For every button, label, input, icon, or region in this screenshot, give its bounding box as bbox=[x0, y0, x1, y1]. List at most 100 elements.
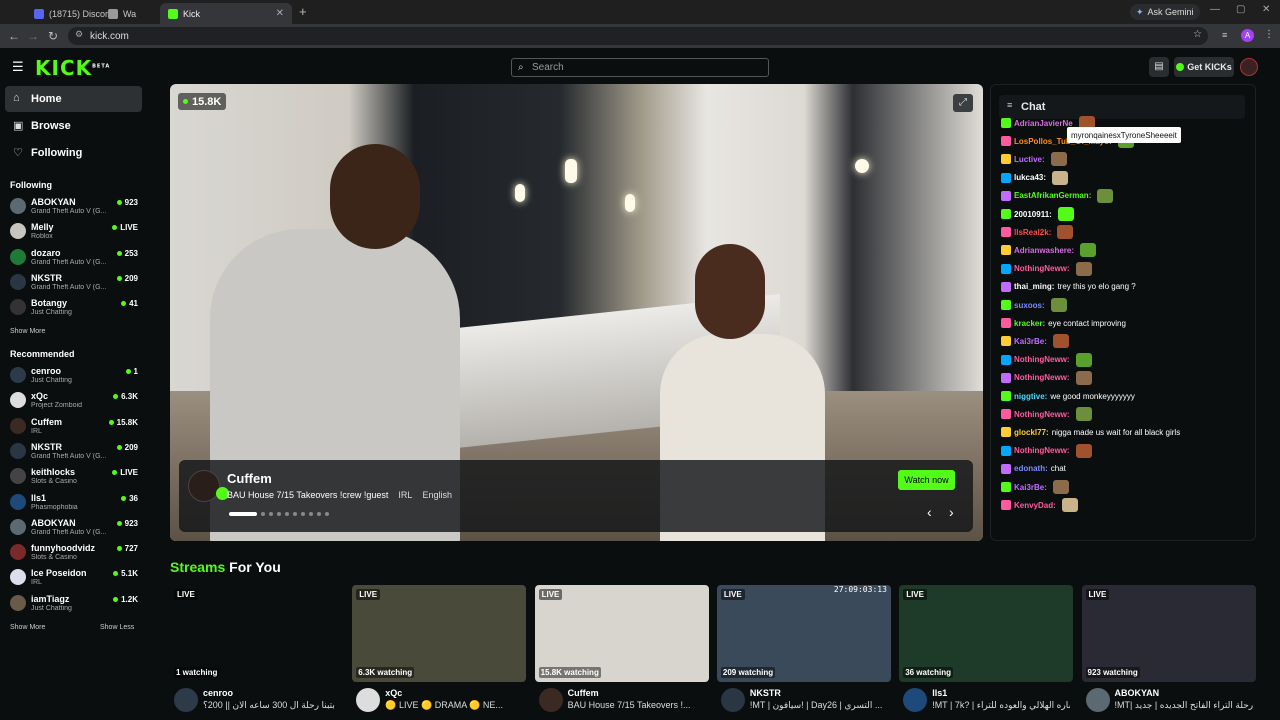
carousel-dot[interactable] bbox=[261, 512, 265, 516]
stream-channel-name[interactable]: Cuffem bbox=[568, 688, 599, 698]
chat-emote-icon[interactable] bbox=[1097, 188, 1114, 203]
stream-channel-avatar[interactable] bbox=[356, 688, 381, 712]
watch-now-button[interactable]: Watch now bbox=[898, 470, 955, 490]
stream-channel-avatar[interactable] bbox=[174, 688, 198, 712]
chat-emote-icon[interactable] bbox=[1052, 170, 1069, 185]
recommended-show-less-link[interactable]: Show Less bbox=[100, 624, 134, 631]
chat-username[interactable]: llsReal2k: bbox=[1014, 228, 1051, 237]
chat-emote-icon[interactable] bbox=[1061, 498, 1078, 513]
stream-title[interactable]: BAU House 7/15 Takeovers !... bbox=[568, 700, 706, 710]
carousel-dot[interactable] bbox=[309, 512, 313, 516]
stream-title[interactable]: !MT| رحلة التراء الفاتح الجديده | جديد bbox=[1115, 700, 1253, 711]
browser-tab-kick[interactable]: Kick ✕ bbox=[160, 3, 292, 24]
carousel-prev-button[interactable]: ‹ bbox=[927, 504, 932, 520]
stream-card[interactable]: LIVE 15.8K watching Cuffem BAU House 7/15 T… bbox=[534, 585, 709, 720]
stream-card[interactable]: LIVE 27:09:03:13 209 watching NKSTR !MT | سي… bbox=[716, 585, 891, 720]
chat-username[interactable]: Adrianwashere: bbox=[1014, 246, 1074, 255]
carousel-dot[interactable] bbox=[285, 512, 289, 516]
chat-username[interactable]: EastAfrikanGerman: bbox=[1014, 191, 1091, 200]
carousel-dot[interactable] bbox=[325, 512, 329, 516]
sidebar-channel-item[interactable]: Botangy Just Chatting 41 bbox=[10, 297, 138, 322]
new-tab-button[interactable]: + bbox=[299, 4, 307, 19]
chat-username[interactable]: AdrianJavierNe bbox=[1014, 119, 1073, 128]
close-tab-icon[interactable]: ✕ bbox=[276, 8, 284, 19]
sidebar-channel-item[interactable]: dozaro Grand Theft Auto V (G... 253 bbox=[10, 247, 138, 272]
chat-emote-icon[interactable] bbox=[1050, 152, 1067, 167]
chat-emote-icon[interactable] bbox=[1080, 243, 1097, 258]
stream-channel-name[interactable]: lls1 bbox=[932, 688, 947, 698]
sidebar-channel-item[interactable]: Cuffem IRL 15.8K bbox=[10, 416, 138, 441]
sidebar-channel-item[interactable]: NKSTR Grand Theft Auto V (G... 209 bbox=[10, 441, 138, 466]
url-field[interactable]: ⚙ kick.com ☆ bbox=[68, 27, 1208, 45]
stream-thumbnail[interactable]: LIVE 15.8K watching bbox=[534, 585, 709, 682]
chat-username[interactable]: NothingNeww: bbox=[1014, 264, 1070, 273]
forward-icon[interactable]: → bbox=[22, 29, 44, 43]
stream-card[interactable]: LIVE 6.3K watching xQc 🟡 LIVE 🟡 DRAMA 🟡 NE.… bbox=[352, 585, 527, 720]
featured-video-player[interactable]: 15.8K ⤢ Cuffem BAU House 7/15 Takeovers … bbox=[170, 84, 983, 541]
extensions-icon[interactable]: ≡ bbox=[1222, 30, 1227, 40]
stream-card[interactable]: LIVE 1 watching cenroo بتبنا رحلة ال 300 سا… bbox=[170, 585, 344, 720]
chat-username[interactable]: NothingNeww: bbox=[1014, 373, 1070, 382]
stream-tag-language[interactable]: English bbox=[422, 490, 452, 500]
stream-thumbnail[interactable]: LIVE 27:09:03:13 209 watching bbox=[716, 585, 891, 682]
stream-thumbnail[interactable]: LIVE 6.3K watching bbox=[352, 585, 527, 682]
stream-title[interactable]: !MT | سيافون! | Day26 | التسري ... bbox=[750, 700, 888, 711]
clips-button[interactable]: ▤ bbox=[1149, 57, 1169, 77]
chat-username[interactable]: edonath: bbox=[1014, 464, 1048, 473]
chat-username[interactable]: glockl77: bbox=[1014, 428, 1049, 437]
sidebar-item-browse[interactable]: ▣ Browse bbox=[5, 113, 142, 139]
stream-channel-name[interactable]: cenroo bbox=[203, 688, 233, 698]
maximize-icon[interactable]: ▢ bbox=[1236, 4, 1245, 15]
chat-emote-icon[interactable] bbox=[1075, 443, 1092, 458]
chat-username[interactable]: lukca43: bbox=[1014, 173, 1046, 182]
kick-logo[interactable]: KICKBETA bbox=[35, 56, 110, 80]
sidebar-channel-item[interactable]: xQc Project Zomboid 6.3K bbox=[10, 390, 138, 415]
carousel-dot[interactable] bbox=[293, 512, 297, 516]
chat-username[interactable]: kracker: bbox=[1014, 319, 1045, 328]
hamburger-menu-icon[interactable]: ☰ bbox=[12, 59, 24, 75]
chat-emote-icon[interactable] bbox=[1075, 407, 1092, 422]
sidebar-channel-item[interactable]: ABOKYAN Grand Theft Auto V (G... 923 bbox=[10, 517, 138, 542]
carousel-dot[interactable] bbox=[301, 512, 305, 516]
carousel-next-button[interactable]: › bbox=[949, 504, 954, 520]
carousel-dot[interactable] bbox=[277, 512, 281, 516]
chat-emote-icon[interactable] bbox=[1052, 334, 1069, 349]
sidebar-channel-item[interactable]: Ice Poseidon IRL 5.1K bbox=[10, 567, 138, 592]
chat-username[interactable]: niggtive: bbox=[1014, 392, 1047, 401]
stream-card[interactable]: LIVE 923 watching ABOKYAN !MT| رحلة التراء … bbox=[1081, 585, 1256, 720]
profile-avatar[interactable]: A bbox=[1241, 29, 1254, 42]
stream-thumbnail[interactable]: LIVE 923 watching bbox=[1081, 585, 1256, 682]
chat-emote-icon[interactable] bbox=[1075, 261, 1092, 276]
stream-tag-irl[interactable]: IRL bbox=[398, 490, 412, 500]
search-input[interactable]: ⌕ Search bbox=[511, 58, 769, 77]
stream-channel-avatar[interactable] bbox=[1085, 688, 1110, 712]
stream-thumbnail[interactable]: LIVE 36 watching bbox=[899, 585, 1074, 682]
stream-title[interactable]: بتبنا رحلة ال 300 ساعه الان || 200؟ bbox=[203, 700, 341, 711]
stream-card[interactable]: LIVE 36 watching lls1 !MT | 7k? | ساره الهل… bbox=[899, 585, 1074, 720]
chat-username[interactable]: NothingNeww: bbox=[1014, 446, 1070, 455]
chat-username[interactable]: 20010911: bbox=[1014, 210, 1052, 219]
chat-collapse-icon[interactable]: ≡ bbox=[1007, 100, 1012, 110]
chat-username[interactable]: Luctive: bbox=[1014, 155, 1045, 164]
chat-username[interactable]: KenvyDad: bbox=[1014, 501, 1056, 510]
get-kicks-button[interactable]: Get KICKs bbox=[1174, 57, 1234, 77]
streamer-name[interactable]: Cuffem bbox=[227, 471, 272, 486]
browser-tab-whatsapp[interactable]: Wa bbox=[100, 3, 140, 24]
sidebar-channel-item[interactable]: cenroo Just Chatting 1 bbox=[10, 365, 138, 390]
stream-channel-avatar[interactable] bbox=[538, 688, 563, 712]
chat-emote-icon[interactable] bbox=[1057, 207, 1074, 221]
browser-menu-icon[interactable]: ⋮ bbox=[1264, 29, 1274, 40]
stream-channel-name[interactable]: xQc bbox=[385, 688, 402, 698]
sidebar-channel-item[interactable]: iamTiagz Just Chatting 1.2K bbox=[10, 593, 138, 618]
expand-icon[interactable]: ⤢ bbox=[953, 94, 973, 112]
minimize-icon[interactable]: — bbox=[1210, 4, 1220, 15]
sidebar-channel-item[interactable]: keithlocks Slots & Casino LIVE bbox=[10, 466, 138, 491]
stream-channel-avatar[interactable] bbox=[903, 688, 928, 712]
chat-emote-icon[interactable] bbox=[1075, 352, 1092, 367]
site-info-icon[interactable]: ⚙ bbox=[75, 29, 83, 40]
chat-emote-icon[interactable] bbox=[1052, 480, 1069, 494]
stream-channel-avatar[interactable] bbox=[720, 688, 745, 712]
chat-username[interactable]: Kai3rBe: bbox=[1014, 483, 1047, 492]
chat-username[interactable]: thai_ming: bbox=[1014, 282, 1054, 291]
stream-title[interactable]: 🟡 LIVE 🟡 DRAMA 🟡 NE... bbox=[385, 700, 523, 711]
